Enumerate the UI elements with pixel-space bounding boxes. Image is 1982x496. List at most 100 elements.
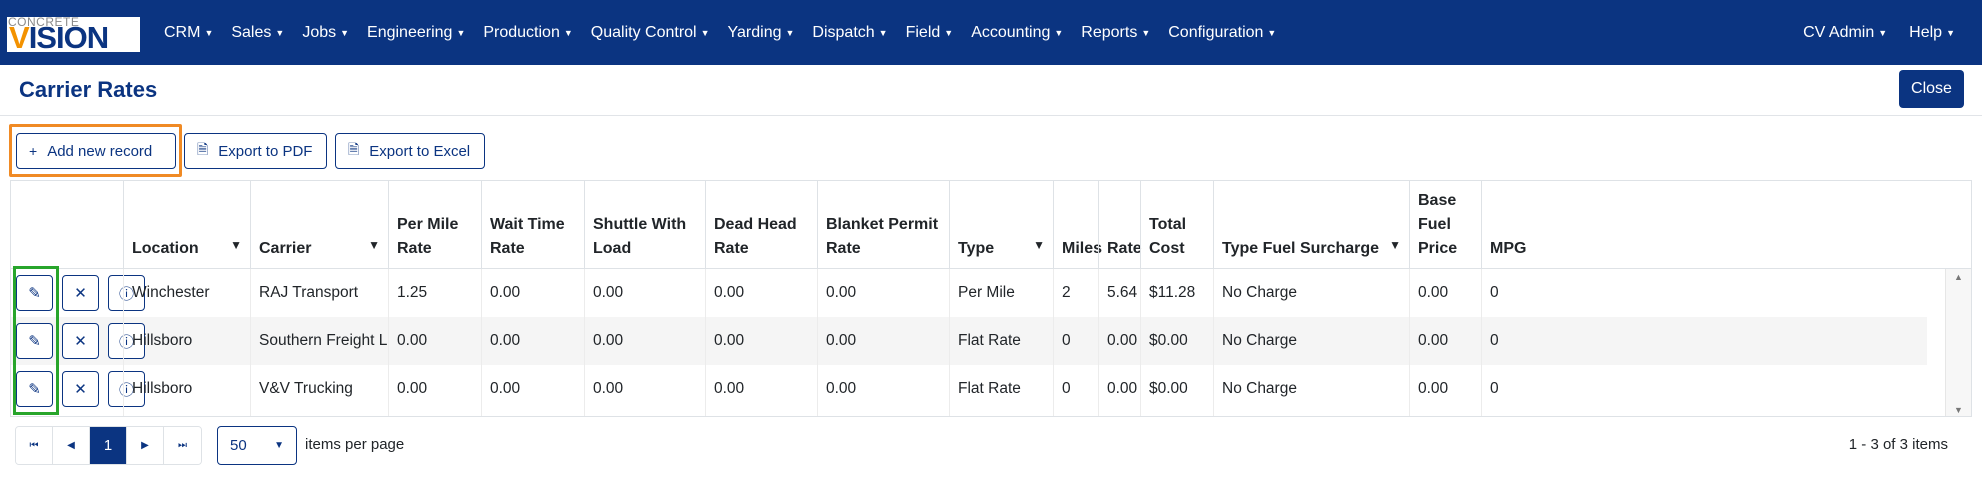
pencil-icon: ✎ (28, 285, 41, 302)
delete-row-button[interactable]: ✕ (62, 275, 99, 311)
cell-per-mile-rate: 0.00 (397, 332, 428, 349)
nav-yarding[interactable]: Yarding ▼ (728, 24, 795, 42)
page-size-select[interactable]: 50 ▼ (217, 426, 297, 465)
column-header-label: Rate (1107, 240, 1142, 257)
cell-per-mile-rate: 1.25 (397, 284, 428, 301)
table-row[interactable]: ✎ ✕ ⓘ Winchester RAJ Transport 1.25 0.00 0.00 0.… (11, 269, 1927, 317)
close-icon: ✕ (74, 381, 87, 398)
cell-wait-time-rate: 0.00 (490, 284, 521, 301)
cell-carrier: Southern Freight Lines (259, 332, 388, 349)
column-header-shuttle-with-load[interactable]: Shuttle With Load (584, 181, 705, 269)
pencil-icon: ✎ (28, 381, 41, 398)
nav-dispatch[interactable]: Dispatch ▼ (812, 24, 887, 42)
close-button[interactable]: Close (1899, 70, 1964, 108)
column-header-label: MPG (1490, 240, 1527, 257)
column-header-label: Type Fuel Surcharge (1222, 240, 1380, 257)
nav-engineering[interactable]: Engineering ▼ (367, 24, 465, 42)
column-header-type-fuel-surcharge[interactable]: Type Fuel Surcharge ▼ (1213, 181, 1409, 269)
column-header-commands (11, 181, 123, 269)
filter-icon[interactable]: ▼ (1389, 233, 1401, 257)
column-header-location[interactable]: Location ▼ (123, 181, 250, 269)
column-divider (388, 269, 389, 416)
column-header-mpg[interactable]: MPG (1481, 181, 1547, 269)
nav-field[interactable]: Field ▼ (906, 24, 954, 42)
help-menu[interactable]: Help ▼ (1909, 24, 1955, 42)
delete-row-button[interactable]: ✕ (62, 371, 99, 407)
column-header-label: Type (958, 240, 995, 257)
cell-type-fuel-surcharge: No Charge (1222, 284, 1297, 301)
column-header-blanket-permit-rate[interactable]: Blanket Permit Rate (817, 181, 949, 269)
nav-jobs[interactable]: Jobs ▼ (302, 24, 349, 42)
nav-configuration[interactable]: Configuration ▼ (1168, 24, 1276, 42)
cell-location: Winchester (132, 284, 210, 301)
carrier-rates-grid: Location ▼ Carrier ▼ Per Mile Rate Wait Time … (10, 180, 1972, 417)
table-row[interactable]: ✎ ✕ ⓘ Hillsboro V&V Trucking 0.00 0.00 0.00 0.00… (11, 365, 1927, 413)
cell-dead-head-rate: 0.00 (714, 332, 745, 349)
filter-icon[interactable]: ▼ (230, 233, 242, 257)
cell-blanket-permit-rate: 0.00 (826, 332, 857, 349)
nav-item-label: Reports (1081, 23, 1138, 41)
caret-down-icon: ▼ (1054, 27, 1064, 38)
edit-row-button[interactable]: ✎ (16, 371, 53, 407)
column-header-base-fuel-price[interactable]: Base Fuel Price (1409, 181, 1481, 269)
column-header-label: Wait Time Rate (490, 216, 565, 257)
close-icon: ✕ (74, 285, 87, 302)
cell-total-cost: $0.00 (1149, 380, 1188, 397)
cell-blanket-permit-rate: 0.00 (826, 284, 857, 301)
cell-dead-head-rate: 0.00 (714, 380, 745, 397)
next-page-icon[interactable]: ▶ (127, 427, 164, 464)
column-divider (481, 269, 482, 416)
edit-row-button[interactable]: ✎ (16, 275, 53, 311)
export-excel-button[interactable]: 🗎 Export to Excel (335, 133, 485, 169)
top-navbar: CONCRETE VISION CRM ▼ Sales ▼ Jobs ▼ Engineeri… (0, 0, 1982, 65)
scroll-down-icon[interactable]: ▼ (1954, 405, 1963, 415)
nav-accounting[interactable]: Accounting ▼ (971, 24, 1063, 42)
user-menu[interactable]: CV Admin ▼ (1803, 24, 1887, 42)
concrete-vision-logo[interactable]: CONCRETE VISION (7, 15, 140, 53)
filter-icon[interactable]: ▼ (368, 233, 380, 257)
column-header-total-cost[interactable]: Total Cost (1140, 181, 1213, 269)
nav-reports[interactable]: Reports ▼ (1081, 24, 1150, 42)
nav-item-label: Jobs (302, 23, 337, 41)
nav-quality-control[interactable]: Quality Control ▼ (591, 24, 710, 42)
last-page-icon[interactable]: ⏭ (164, 427, 201, 464)
column-header-label: Per Mile Rate (397, 216, 459, 257)
vertical-scrollbar[interactable]: ▲ ▼ (1945, 269, 1971, 416)
caret-down-icon: ▼ (340, 27, 350, 38)
table-row[interactable]: ✎✕ⓘHillsboroSouthern Freight Lines0.000.… (11, 317, 1927, 365)
column-divider (1140, 269, 1141, 416)
column-header-miles[interactable]: Miles (1053, 181, 1102, 269)
add-new-record-label: Add new record (47, 142, 153, 160)
caret-down-icon: ▼ (204, 27, 214, 38)
column-header-wait-time-rate[interactable]: Wait Time Rate (481, 181, 584, 269)
prev-page-icon[interactable]: ◀ (53, 427, 90, 464)
cell-base-fuel-price: 0.00 (1418, 284, 1449, 301)
scroll-up-icon[interactable]: ▲ (1954, 272, 1963, 282)
current-page-button[interactable]: 1 (90, 427, 127, 464)
export-pdf-button[interactable]: 🗎 Export to PDF (184, 133, 327, 169)
first-page-icon[interactable]: ⏮ (16, 427, 53, 464)
export-excel-label: Export to Excel (369, 142, 471, 160)
page-header: Carrier Rates Close (0, 65, 1982, 116)
column-header-type[interactable]: Type ▼ (949, 181, 1053, 269)
column-header-rate[interactable]: Rate (1098, 181, 1142, 269)
cell-carrier: RAJ Transport (259, 284, 359, 301)
column-divider (123, 269, 124, 416)
cell-mpg: 0 (1490, 284, 1499, 301)
delete-row-button[interactable]: ✕ (62, 323, 99, 359)
column-header-per-mile-rate[interactable]: Per Mile Rate (388, 181, 481, 269)
column-header-carrier[interactable]: Carrier ▼ (250, 181, 388, 269)
cell-wait-time-rate: 0.00 (490, 332, 521, 349)
nav-crm[interactable]: CRM ▼ (164, 24, 213, 42)
nav-production[interactable]: Production ▼ (483, 24, 572, 42)
caret-down-icon: ▼ (274, 440, 284, 451)
logo-main-text: VISION (9, 22, 109, 53)
cell-type: Flat Rate (958, 380, 1021, 397)
add-new-record-button[interactable]: + Add new record (16, 133, 176, 169)
nav-sales[interactable]: Sales ▼ (231, 24, 284, 42)
cell-base-fuel-price: 0.00 (1418, 332, 1449, 349)
cell-miles: 0 (1062, 332, 1071, 349)
column-header-dead-head-rate[interactable]: Dead Head Rate (705, 181, 817, 269)
edit-row-button[interactable]: ✎ (16, 323, 53, 359)
filter-icon[interactable]: ▼ (1033, 233, 1045, 257)
